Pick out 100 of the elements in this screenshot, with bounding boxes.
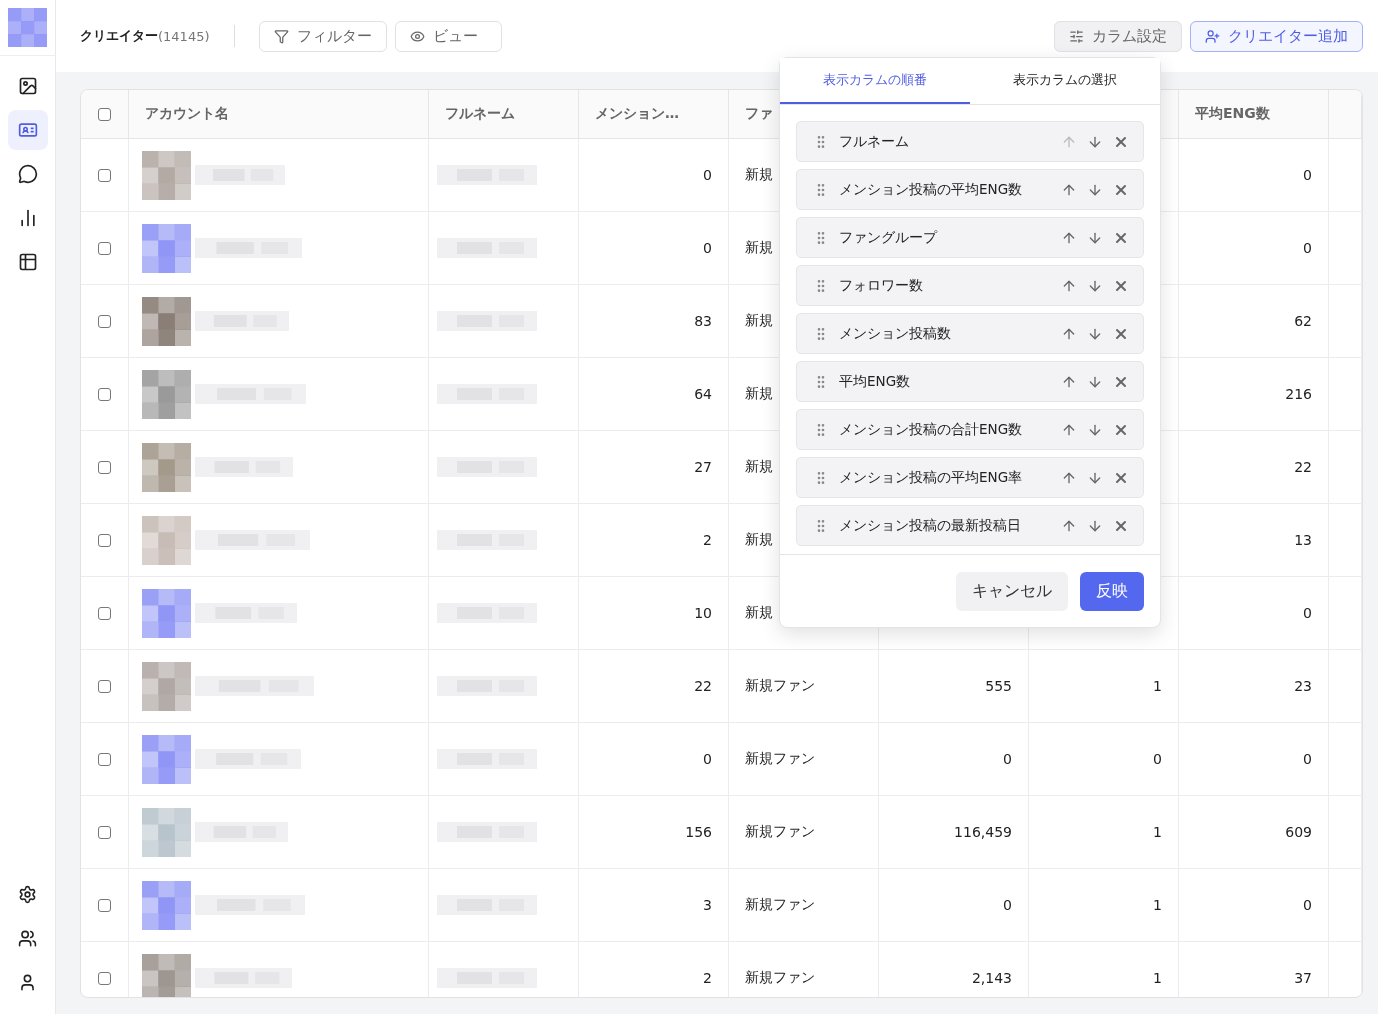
table-cell: 27: [694, 459, 712, 475]
column-header: フルネーム: [445, 105, 515, 123]
checkbox[interactable]: [98, 606, 111, 620]
column-label: メンション投稿の最新投稿日: [839, 516, 1022, 535]
column-label: フォロワー数: [839, 276, 924, 295]
column-label: 平均ENG数: [839, 372, 912, 391]
table-cell: 新規ファン: [745, 677, 815, 695]
table-cell: 609: [1285, 824, 1312, 840]
add-creator-button[interactable]: クリエイター追加: [1190, 20, 1363, 52]
table-cell: 3: [703, 897, 712, 913]
checkbox[interactable]: [98, 825, 111, 839]
checkbox[interactable]: [98, 314, 111, 328]
table-cell: 新規ファン: [745, 969, 815, 987]
filter-icon: [273, 28, 289, 44]
table-cell: 1: [1153, 824, 1162, 840]
id-card-icon: [17, 120, 38, 140]
table-cell: 22: [694, 678, 712, 694]
checkbox[interactable]: [98, 387, 111, 401]
checkbox[interactable]: [98, 752, 111, 766]
sliders-icon: [1069, 28, 1084, 44]
column-label: メンション投稿数: [839, 324, 952, 343]
table-cell: 新規ファン: [745, 896, 815, 914]
table-cell: 新規: [745, 458, 773, 476]
table-cell: 0: [1303, 240, 1312, 256]
table-cell: 0: [1303, 897, 1312, 913]
column-header: アカウント名: [145, 105, 229, 123]
table-cell: 37: [1294, 970, 1312, 986]
checkbox[interactable]: [98, 460, 111, 474]
eye-icon: [409, 28, 425, 44]
tab[interactable]: 表示カラムの選択: [970, 58, 1160, 104]
column-label: フルネーム: [839, 132, 910, 151]
column-header: メンション…: [595, 105, 679, 123]
checkbox[interactable]: [98, 107, 111, 121]
table-cell: 64: [694, 386, 712, 402]
table-cell: 216: [1285, 386, 1312, 402]
checkbox[interactable]: [98, 533, 111, 547]
column-item[interactable]: メンション投稿の平均ENG数: [796, 169, 1144, 210]
column-label: メンション投稿の平均ENG数: [839, 180, 1024, 199]
column-item[interactable]: メンション投稿の合計ENG数: [796, 409, 1144, 450]
checkbox[interactable]: [98, 898, 111, 912]
table-cell: 新規ファン: [745, 750, 815, 768]
checkbox[interactable]: [98, 679, 111, 693]
table-cell: 23: [1294, 678, 1312, 694]
apply-button[interactable]: 反映: [1080, 571, 1144, 611]
chat-bubble-icon: [17, 164, 38, 184]
table-cell: 62: [1294, 313, 1312, 329]
table-cell: 0: [1003, 751, 1012, 767]
table-cell: 1: [1153, 678, 1162, 694]
table-cell: 0: [703, 751, 712, 767]
checkbox[interactable]: [98, 971, 111, 985]
table-cell: 2: [703, 532, 712, 548]
settings-icon: [18, 884, 37, 904]
table-cell: 13: [1294, 532, 1312, 548]
column-item[interactable]: メンション投稿数: [796, 313, 1144, 354]
checkbox[interactable]: [98, 168, 111, 182]
table-cell: 2,143: [971, 970, 1012, 986]
table-cell: 新規: [745, 312, 773, 330]
table-cell: 2: [703, 970, 712, 986]
column-item[interactable]: ファングループ: [796, 217, 1144, 258]
view-button[interactable]: ビュー: [394, 20, 503, 52]
column-item[interactable]: メンション投稿の最新投稿日: [796, 505, 1144, 546]
table-cell: 新規: [745, 531, 773, 549]
table-cell: 156: [685, 824, 712, 840]
creator-count: (14145): [158, 28, 210, 44]
add-user-icon: [1205, 28, 1220, 44]
table-cell: 83: [694, 313, 712, 329]
table-cell: 116,459: [954, 824, 1012, 840]
checkbox[interactable]: [98, 241, 111, 255]
table-cell: 0: [703, 167, 712, 183]
column-item[interactable]: フォロワー数: [796, 265, 1144, 306]
table-cell: 10: [694, 605, 712, 621]
filter-button[interactable]: フィルター: [258, 20, 387, 52]
table-cell: 0: [1303, 751, 1312, 767]
table-icon: [17, 252, 38, 272]
page-title: クリエイター: [80, 27, 158, 45]
table-cell: 新規: [745, 239, 773, 257]
table-cell: 0: [1153, 751, 1162, 767]
column-label: メンション投稿の平均ENG率: [839, 468, 1024, 487]
column-header: 平均ENG数: [1195, 105, 1270, 123]
table-cell: 0: [1303, 605, 1312, 621]
cancel-button[interactable]: キャンセル: [956, 571, 1068, 611]
column-item[interactable]: フルネーム: [796, 121, 1144, 162]
table-cell: 0: [703, 240, 712, 256]
table-cell: 新規: [745, 166, 773, 184]
table-cell: 新規: [745, 604, 773, 622]
column-label: メンション投稿の合計ENG数: [839, 420, 1024, 439]
column-item[interactable]: 平均ENG数: [796, 361, 1144, 402]
group-icon: [18, 928, 37, 948]
table-cell: 555: [985, 678, 1012, 694]
column-header: ファ: [745, 105, 773, 123]
table-cell: 1: [1153, 897, 1162, 913]
column-settings-button[interactable]: カラム設定: [1054, 20, 1182, 52]
tab[interactable]: 表示カラムの順番: [780, 58, 970, 104]
logo-icon: [8, 8, 47, 47]
table-cell: 新規: [745, 385, 773, 403]
table-cell: 22: [1294, 459, 1312, 475]
column-item[interactable]: メンション投稿の平均ENG率: [796, 457, 1144, 498]
user-icon: [18, 972, 37, 992]
table-cell: 新規ファン: [745, 823, 815, 841]
image-icon: [17, 76, 38, 96]
